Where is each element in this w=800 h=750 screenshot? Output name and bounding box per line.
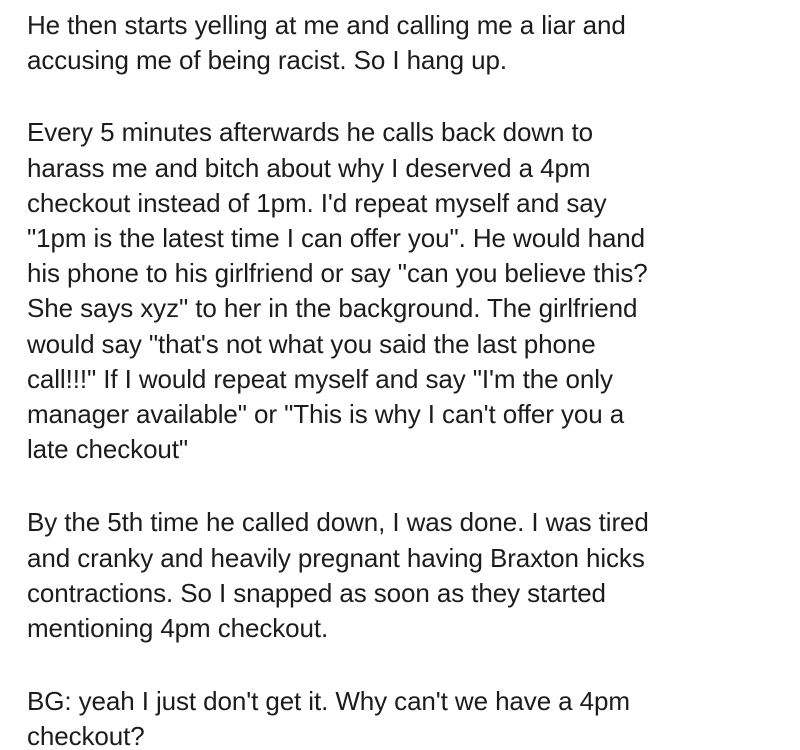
- text-line: and cranky and heavily pregnant having B…: [27, 542, 645, 573]
- paragraph-hang-up: He then starts yelling at me and calling…: [27, 8, 780, 78]
- paragraph-fifth-call: By the 5th time he called down, I was do…: [27, 505, 780, 646]
- text-line: checkout?: [27, 721, 145, 750]
- text-line: late checkout": [27, 434, 189, 465]
- text-line: contractions. So I snapped as soon as th…: [27, 577, 606, 608]
- text-line: He then starts yelling at me and calling…: [27, 10, 626, 40]
- post-body: He then starts yelling at me and calling…: [0, 0, 800, 750]
- text-line: harass me and bitch about why I deserved…: [27, 152, 591, 183]
- text-line: "1pm is the latest time I can offer you"…: [27, 223, 646, 254]
- text-line: would say "that's not what you said the …: [27, 328, 596, 359]
- text-line: manager available" or "This is why I can…: [27, 399, 625, 430]
- text-line: By the 5th time he called down, I was do…: [27, 507, 649, 538]
- text-line: She says xyz" to her in the background. …: [27, 293, 638, 324]
- text-line: call!!!" If I would repeat myself and sa…: [27, 363, 613, 394]
- text-line: mentioning 4pm checkout.: [27, 613, 329, 644]
- text-line: his phone to his girlfriend or say "can …: [27, 258, 648, 289]
- text-line: Every 5 minutes afterwards he calls back…: [27, 117, 594, 148]
- text-line: BG: yeah I just don't get it. Why can't …: [27, 686, 630, 717]
- text-line: checkout instead of 1pm. I'd repeat myse…: [27, 187, 607, 218]
- paragraph-dialogue: BG: yeah I just don't get it. Why can't …: [27, 684, 780, 750]
- text-line: accusing me of being racist. So I hang u…: [27, 45, 507, 76]
- paragraph-repeated-calls: Every 5 minutes afterwards he calls back…: [27, 115, 780, 467]
